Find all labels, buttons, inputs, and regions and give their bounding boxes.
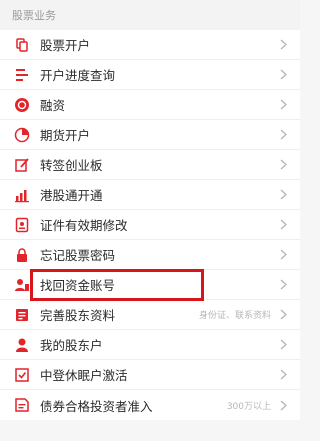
lock-icon	[14, 247, 30, 263]
section-header: 股票业务	[0, 0, 300, 30]
chevron-right-icon	[279, 249, 288, 261]
menu-item-label: 中登休眠户激活	[40, 368, 128, 383]
menu-item-label: 完善股东资料	[40, 308, 116, 323]
menu-item-label: 证件有效期修改	[40, 218, 128, 233]
shareholder-info-icon	[14, 307, 30, 323]
menu-item-recover-fund-account[interactable]: 找回资金账号	[0, 269, 300, 301]
id-card-icon	[14, 217, 30, 233]
section-title: 股票业务	[12, 9, 56, 22]
menu-item-id-validity[interactable]: 证件有效期修改	[0, 210, 300, 240]
menu-item-futures-account[interactable]: 期货开户	[0, 120, 300, 150]
chevron-right-icon	[279, 99, 288, 111]
menu-item-label: 我的股东户	[40, 338, 103, 353]
chevron-right-icon	[279, 309, 288, 321]
menu-item-label: 开户进度查询	[40, 68, 116, 83]
menu-item-shareholder-info[interactable]: 完善股东资料 身份证、联系资料	[0, 300, 300, 330]
menu-item-sign-gem[interactable]: 转签创业板	[0, 150, 300, 180]
sign-edit-icon	[14, 157, 30, 173]
menu-item-hint: 身份证、联系资料	[198, 311, 271, 321]
futures-account-icon	[14, 127, 30, 143]
menu-item-label: 找回资金账号	[40, 278, 116, 293]
menu-item-dormant-activate[interactable]: 中登休眠户激活	[0, 360, 300, 390]
menu-item-forgot-password[interactable]: 忘记股票密码	[0, 240, 300, 270]
progress-query-icon	[14, 67, 30, 83]
menu-item-label: 股票开户	[40, 38, 91, 53]
menu-item-label: 忘记股票密码	[40, 248, 116, 263]
menu-item-label: 转签创业板	[40, 158, 103, 173]
chevron-right-icon	[279, 279, 288, 291]
menu-item-hk-connect[interactable]: 港股通开通	[0, 180, 300, 210]
chevron-right-icon	[279, 339, 288, 351]
chevron-right-icon	[279, 399, 288, 411]
menu-item-bond-investor[interactable]: 债券合格投资者准入 300万以上	[0, 390, 300, 420]
menu-list: 股票开户 开户进度查询 融资 期货开户 转签创业板 港股通开通 证件有效期修改 …	[0, 30, 300, 420]
chevron-right-icon	[279, 369, 288, 381]
user-icon	[14, 337, 30, 353]
menu-item-financing[interactable]: 融资	[0, 90, 300, 120]
financing-icon	[14, 97, 30, 113]
menu-item-hint: 300万以上	[226, 401, 271, 412]
menu-item-my-shareholder[interactable]: 我的股东户	[0, 330, 300, 360]
menu-item-label: 融资	[40, 98, 66, 113]
user-fund-icon	[14, 277, 30, 293]
chevron-right-icon	[279, 129, 288, 141]
chevron-right-icon	[279, 69, 288, 81]
menu-item-stock-account[interactable]: 股票开户	[0, 30, 300, 60]
chevron-right-icon	[279, 189, 288, 201]
menu-item-progress-query[interactable]: 开户进度查询	[0, 60, 300, 90]
chevron-right-icon	[279, 159, 288, 171]
chevron-right-icon	[279, 39, 288, 51]
menu-item-label: 港股通开通	[40, 188, 103, 203]
stock-account-icon	[14, 37, 30, 53]
hk-connect-icon	[14, 187, 30, 203]
menu-item-label: 债券合格投资者准入	[40, 398, 153, 414]
chevron-right-icon	[279, 219, 288, 231]
account-activate-icon	[14, 367, 30, 383]
menu-item-label: 期货开户	[40, 128, 91, 143]
bond-investor-icon	[14, 397, 30, 413]
